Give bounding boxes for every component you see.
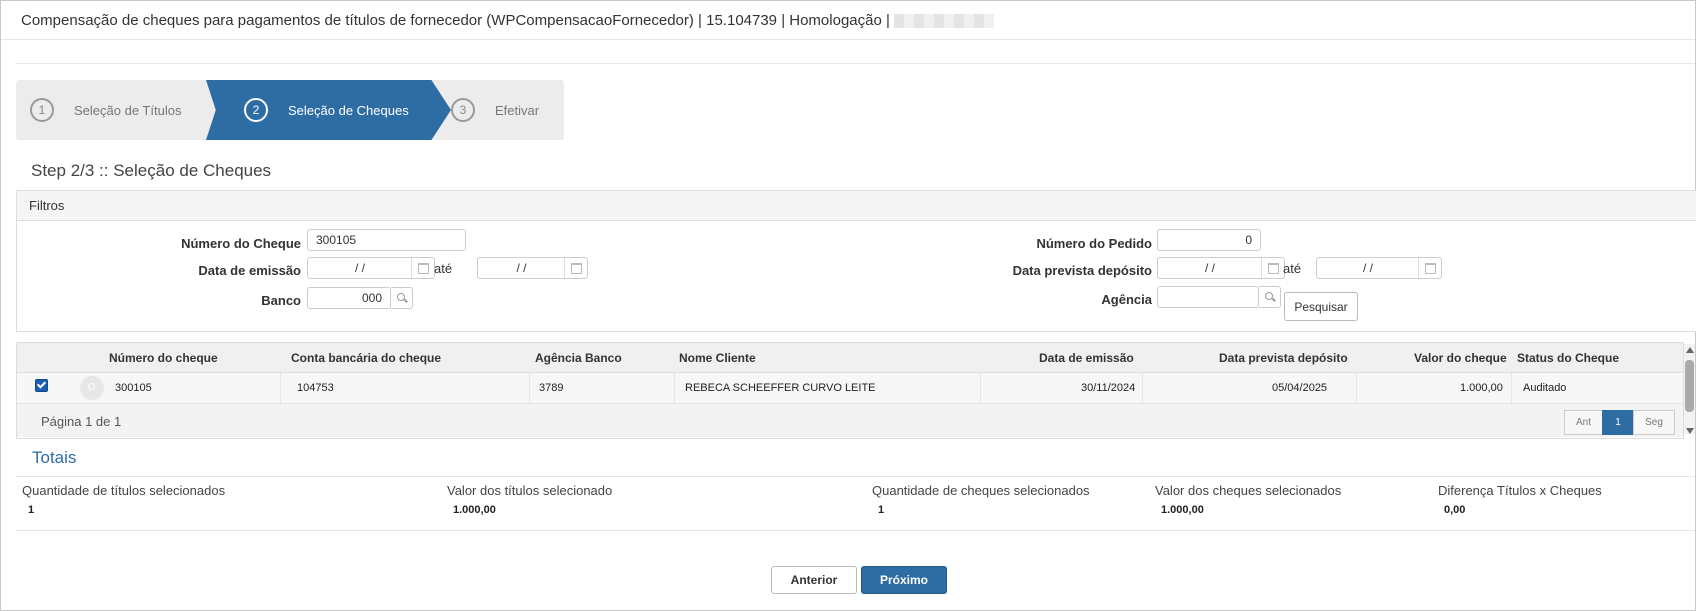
data-prevista-to-field[interactable]: / /: [1316, 257, 1442, 279]
scroll-down-icon[interactable]: [1686, 428, 1694, 434]
qtd-cheques-label: Quantidade de cheques selecionados: [872, 483, 1090, 498]
window-title: Compensação de cheques para pagamentos d…: [21, 12, 995, 29]
numero-pedido-label: Número do Pedido: [1036, 236, 1152, 251]
totais-title: Totais: [32, 448, 77, 467]
scroll-up-icon[interactable]: [1686, 347, 1694, 353]
numero-pedido-input[interactable]: [1157, 229, 1261, 251]
valor-titulos-label: Valor dos títulos selecionado: [447, 483, 613, 498]
cell-divider: [1511, 373, 1512, 403]
agencia-label: Agência: [1101, 292, 1152, 307]
data-prevista-from-field[interactable]: / /: [1157, 257, 1285, 279]
pager-prev-button[interactable]: Ant: [1564, 410, 1603, 435]
window-title-text: Compensação de cheques para pagamentos d…: [21, 12, 890, 29]
grid-header: Número do cheque Conta bancária do chequ…: [17, 343, 1683, 373]
step-label: Efetivar: [495, 102, 540, 118]
col-data-prevista[interactable]: Data prevista depósito: [1219, 351, 1348, 365]
table-row[interactable]: 300105 104753 3789 REBECA SCHEEFFER CURV…: [17, 373, 1683, 404]
data-emissao-label: Data de emissão: [198, 263, 301, 278]
step-number: 3: [451, 98, 475, 122]
step-label: Seleção de Títulos: [74, 102, 182, 118]
banco-search-icon[interactable]: [391, 287, 413, 309]
cell-emissao: 30/11/2024: [1081, 382, 1136, 394]
cell-divider: [280, 373, 281, 403]
valor-cheques-value: 1.000,00: [1161, 504, 1204, 516]
col-agencia-banco[interactable]: Agência Banco: [535, 351, 622, 365]
calendar-icon[interactable]: [564, 258, 587, 278]
banco-label: Banco: [261, 293, 301, 308]
wizard-step-selecao-cheques[interactable]: 2 Seleção de Cheques: [206, 80, 451, 140]
redacted-block: [894, 14, 995, 29]
pesquisar-button[interactable]: Pesquisar: [1284, 292, 1358, 321]
calendar-icon[interactable]: [1261, 258, 1284, 278]
cell-divider: [980, 373, 981, 403]
agencia-input[interactable]: [1157, 286, 1259, 308]
qtd-cheques-value: 1: [878, 504, 885, 516]
cell-cliente: REBECA SCHEEFFER CURVO LEITE: [685, 382, 876, 394]
pager-next-button[interactable]: Seg: [1633, 410, 1675, 435]
divider: [15, 63, 1695, 64]
cell-divider: [1142, 373, 1143, 403]
ate-label: até: [1283, 261, 1302, 276]
date-value: / /: [354, 261, 365, 275]
step-label: Seleção de Cheques: [288, 102, 409, 118]
date-value: / /: [1204, 261, 1215, 275]
valor-titulos-value: 1.000,00: [453, 504, 496, 516]
grid-scrollbar[interactable]: [1684, 344, 1695, 434]
col-nome-cliente[interactable]: Nome Cliente: [679, 351, 756, 365]
diferenca-label: Diferença Títulos x Cheques: [1438, 483, 1602, 498]
diferenca-value: 0,00: [1444, 504, 1466, 516]
cell-divider: [674, 373, 675, 403]
divider: [15, 530, 1695, 531]
col-data-emissao[interactable]: Data de emissão: [1039, 351, 1134, 365]
agencia-search-icon[interactable]: [1259, 286, 1281, 308]
cell-agencia: 3789: [539, 382, 564, 394]
cell-conta: 104753: [297, 382, 334, 394]
data-emissao-from-field[interactable]: / /: [307, 257, 435, 279]
divider: [15, 476, 1695, 477]
calendar-icon[interactable]: [411, 258, 434, 278]
scroll-thumb[interactable]: [1685, 360, 1694, 412]
title-bar: Compensação de cheques para pagamentos d…: [1, 1, 1695, 40]
filters-title: Filtros: [17, 191, 1696, 221]
grid-footer: Página 1 de 1 Ant 1 Seg: [17, 404, 1683, 437]
step-heading: Step 2/3 :: Seleção de Cheques: [31, 161, 272, 180]
col-status-cheque[interactable]: Status do Cheque: [1517, 351, 1619, 365]
col-numero-cheque[interactable]: Número do cheque: [109, 351, 218, 365]
pager-page-1[interactable]: 1: [1602, 410, 1634, 435]
qtd-titulos-value: 1: [28, 504, 35, 516]
cell-divider: [1356, 373, 1357, 403]
wizard-step-efetivar[interactable]: 3 Efetivar: [451, 80, 539, 140]
cell-numero: 300105: [115, 382, 152, 394]
cheques-grid: Número do cheque Conta bancária do chequ…: [16, 342, 1684, 439]
wizard-step-selecao-titulos[interactable]: 1 Seleção de Títulos: [30, 80, 181, 140]
calendar-icon[interactable]: [1418, 258, 1441, 278]
qtd-titulos-label: Quantidade de títulos selecionados: [22, 483, 226, 498]
step-number: 1: [30, 98, 54, 122]
date-value: / /: [516, 261, 527, 275]
filters-panel: Filtros Número do Cheque Data de emissão…: [16, 190, 1696, 332]
banco-input[interactable]: [307, 287, 391, 309]
step-number: 2: [244, 98, 268, 122]
numero-cheque-label: Número do Cheque: [181, 236, 301, 251]
valor-cheques-label: Valor dos cheques selecionados: [1155, 483, 1342, 498]
ate-label: até: [434, 261, 453, 276]
numero-cheque-input[interactable]: [307, 229, 466, 251]
data-emissao-to-field[interactable]: / /: [477, 257, 588, 279]
page-info: Página 1 de 1: [41, 414, 122, 429]
app-window: Compensação de cheques para pagamentos d…: [0, 0, 1696, 611]
row-checkbox[interactable]: [35, 379, 48, 392]
row-detail-search-icon[interactable]: [80, 376, 104, 400]
cell-prevista: 05/04/2025: [1272, 382, 1328, 394]
date-value: / /: [1362, 261, 1373, 275]
proximo-button[interactable]: Próximo: [861, 566, 947, 594]
cell-status: Auditado: [1523, 382, 1567, 394]
cell-valor: 1.000,00: [1460, 382, 1503, 394]
col-valor-cheque[interactable]: Valor do cheque: [1414, 351, 1507, 365]
col-conta-bancaria[interactable]: Conta bancária do cheque: [291, 351, 441, 365]
anterior-button[interactable]: Anterior: [771, 566, 857, 594]
cell-divider: [529, 373, 530, 403]
wizard-steps: 1 Seleção de Títulos 2 Seleção de Cheque…: [16, 80, 564, 140]
data-prevista-label: Data prevista depósito: [1012, 263, 1152, 278]
